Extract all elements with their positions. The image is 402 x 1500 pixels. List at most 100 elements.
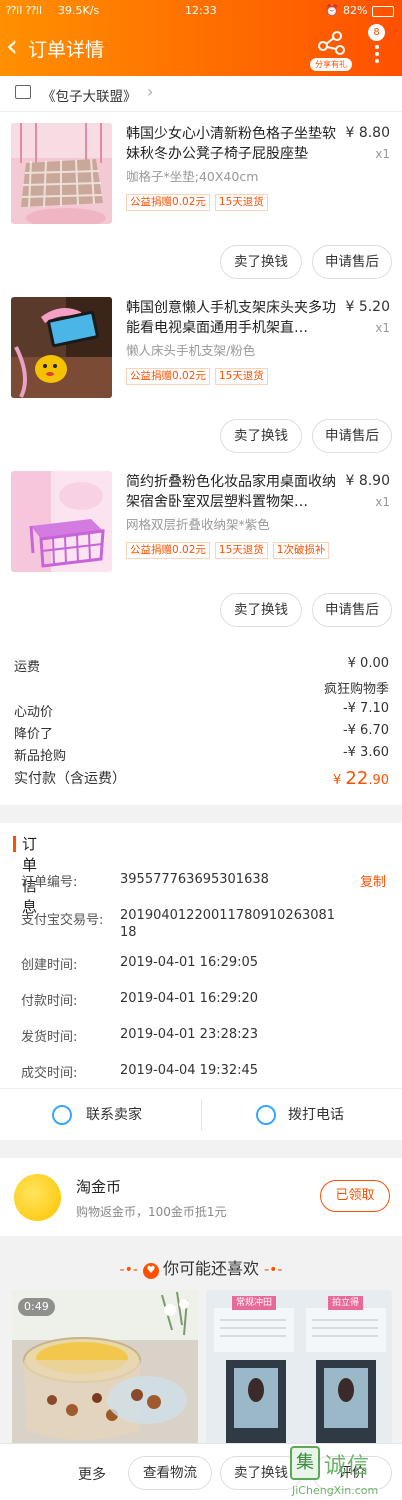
discount-label: 降价了 xyxy=(14,727,54,742)
clock: 12:33 xyxy=(185,4,217,17)
product-price: ¥ 8.80 xyxy=(345,125,390,141)
total-row: 实付款（含运费） ¥ 22.90 xyxy=(14,768,389,792)
product-image-phone-stand xyxy=(11,297,112,398)
taojinbi-card: 淘金币 购物返金币，100金币抵1元 已领取 xyxy=(0,1158,402,1236)
recommend-card[interactable]: 0:49 xyxy=(12,1290,198,1450)
order-detail-page: ⁇ll ⁇ll 39.5K/s 12:33 ⏰ 82% ‹ 订单详情 分享有礼 … xyxy=(0,0,402,1500)
product-quantity: x1 xyxy=(375,495,390,509)
tag-damage-compensation: 1次破损补 xyxy=(272,542,330,559)
card-tag: 拍立得 xyxy=(328,1296,364,1310)
coin-subtitle: 购物返金币，100金币抵1元 xyxy=(76,1205,227,1219)
tag-charity: 公益捐赠0.02元 xyxy=(126,542,210,559)
info-label: 付款时间: xyxy=(21,994,78,1009)
share-button[interactable]: 分享有礼 xyxy=(310,26,352,71)
share-icon xyxy=(318,31,345,55)
more-button[interactable]: 更多 xyxy=(78,1464,106,1484)
info-label: 创建时间: xyxy=(21,958,78,973)
product-image-storage-rack xyxy=(11,471,112,572)
sell-button[interactable]: 卖了换钱 xyxy=(220,245,302,279)
product-title: 简约折叠粉色化妆品家用桌面收纳架宿舍卧室双层塑料置物架… xyxy=(126,474,336,510)
more-dot-icon xyxy=(375,45,379,49)
product-image-cushion xyxy=(11,123,112,224)
more-menu-button[interactable]: 8 xyxy=(368,24,390,70)
info-label: 订单编号: xyxy=(21,875,78,890)
product-tags: 公益捐赠0.02元 15天退货 1次破损补 xyxy=(126,538,334,559)
price-summary: 运费 ¥ 0.00 疯狂购物季 心动价 -¥ 7.10 降价了 -¥ 6.70 … xyxy=(0,650,402,805)
total-label: 实付款（含运费） xyxy=(14,771,126,787)
contact-seller-button[interactable]: 联系卖家 xyxy=(52,1089,172,1141)
network-speed: 39.5K/s xyxy=(58,4,100,17)
call-button[interactable]: 拨打电话 xyxy=(256,1089,376,1141)
title-bar: ‹ 订单详情 分享有礼 8 xyxy=(0,22,402,76)
product-title: 韩国少女心小清新粉色格子坐垫软妹秋冬办公凳子椅子屁股座垫 xyxy=(126,126,336,162)
product-item[interactable]: 韩国少女心小清新粉色格子坐垫软妹秋冬办公凳子椅子屁股座垫 ¥ 8.80 x1 咖… xyxy=(0,112,402,286)
order-number: 395577763695301638 xyxy=(120,872,269,887)
more-dot-icon xyxy=(375,59,379,63)
contact-seller-label: 联系卖家 xyxy=(86,1107,142,1123)
info-value: 2019-04-04 19:32:45 xyxy=(120,1063,259,1078)
recommend-image-photo-album xyxy=(206,1290,392,1450)
discount-value: -¥ 3.60 xyxy=(342,745,389,760)
product-sku: 网格双层折叠收纳架*紫色 xyxy=(126,517,270,532)
promo-name: 疯狂购物季 xyxy=(323,682,389,697)
discount-row: 降价了 -¥ 6.70 xyxy=(14,723,389,742)
store-icon xyxy=(15,85,31,99)
total-value: ¥ 22.90 xyxy=(333,768,389,789)
alipay-trade-number: 2019040122001178091026308118 xyxy=(120,908,336,940)
product-quantity: x1 xyxy=(375,321,390,335)
shop-name: 《包子大联盟》 xyxy=(42,89,137,105)
claimed-button[interactable]: 已领取 xyxy=(320,1180,390,1212)
discount-row: 心动价 -¥ 7.10 xyxy=(14,701,389,720)
watermark-url: JiChengXin.com xyxy=(292,1484,379,1497)
phone-icon xyxy=(256,1105,276,1125)
discount-value: -¥ 7.10 xyxy=(342,701,389,716)
view-logistics-button[interactable]: 查看物流 xyxy=(128,1456,212,1490)
section-accent-bar xyxy=(13,836,16,852)
after-sale-button[interactable]: 申请售后 xyxy=(312,419,392,453)
after-sale-button[interactable]: 申请售后 xyxy=(312,245,392,279)
coin-icon xyxy=(14,1174,61,1221)
product-title: 韩国创意懒人手机支架床头夹多功能看电视桌面通用手机架直… xyxy=(126,300,336,336)
alarm-icon: ⏰ xyxy=(325,4,339,17)
sell-button[interactable]: 卖了换钱 xyxy=(220,593,302,627)
info-value: 2019-04-01 16:29:05 xyxy=(120,955,259,970)
product-item[interactable]: 简约折叠粉色化妆品家用桌面收纳架宿舍卧室双层塑料置物架… ¥ 8.90 x1 网… xyxy=(0,460,402,634)
watermark-text: 诚信 xyxy=(324,1454,371,1479)
shop-row[interactable]: 《包子大联盟》 › xyxy=(0,76,402,112)
shipping-row: 运费 ¥ 0.00 xyxy=(14,656,389,675)
discount-row: 新品抢购 -¥ 3.60 xyxy=(14,745,389,764)
tag-return: 15天退货 xyxy=(214,194,268,211)
video-duration-badge: 0:49 xyxy=(18,1298,55,1316)
order-info-section: 订单信息 订单编号: 395577763695301638 复制 支付宝交易号:… xyxy=(0,823,402,1088)
decorative-dash: -•- xyxy=(119,1262,138,1278)
recommend-title: 你可能还喜欢 xyxy=(162,1259,259,1278)
back-icon[interactable]: ‹ xyxy=(6,31,18,63)
sell-button[interactable]: 卖了换钱 xyxy=(220,419,302,453)
battery-level: 82% xyxy=(343,4,368,17)
after-sale-button[interactable]: 申请售后 xyxy=(312,593,392,627)
product-tags: 公益捐赠0.02元 15天退货 xyxy=(126,364,273,385)
product-quantity: x1 xyxy=(375,147,390,161)
share-label: 分享有礼 xyxy=(310,58,352,71)
discount-value: -¥ 6.70 xyxy=(342,723,389,738)
product-sku: 懒人床头手机支架/粉色 xyxy=(126,343,256,358)
decorative-dash: -•- xyxy=(264,1262,283,1278)
discount-label: 新品抢购 xyxy=(14,749,67,764)
copy-button[interactable]: 复制 xyxy=(360,871,386,890)
watermark: 集 诚信 JiChengXin.com xyxy=(288,1446,402,1500)
chat-icon xyxy=(52,1105,72,1125)
product-price: ¥ 5.20 xyxy=(345,299,390,315)
signal-indicator: ⁇ll ⁇ll xyxy=(6,4,43,17)
product-price: ¥ 8.90 xyxy=(345,473,390,489)
status-bar: ⁇ll ⁇ll 39.5K/s 12:33 ⏰ 82% xyxy=(0,0,402,22)
product-list: 韩国少女心小清新粉色格子坐垫软妹秋冬办公凳子椅子屁股座垫 ¥ 8.80 x1 咖… xyxy=(0,112,402,650)
recommend-card[interactable]: 常规冲田 拍立得 xyxy=(206,1290,392,1450)
product-item[interactable]: 韩国创意懒人手机支架床头夹多功能看电视桌面通用手机架直… ¥ 5.20 x1 懒… xyxy=(0,286,402,460)
battery-icon xyxy=(372,6,394,17)
heart-icon: ♥ xyxy=(142,1263,159,1279)
call-label: 拨打电话 xyxy=(288,1107,344,1123)
chevron-right-icon: › xyxy=(147,82,154,101)
recommend-header: -•- ♥ 你可能还喜欢 -•- xyxy=(0,1255,402,1279)
shipping-label: 运费 xyxy=(14,660,41,675)
divider xyxy=(201,1099,202,1131)
